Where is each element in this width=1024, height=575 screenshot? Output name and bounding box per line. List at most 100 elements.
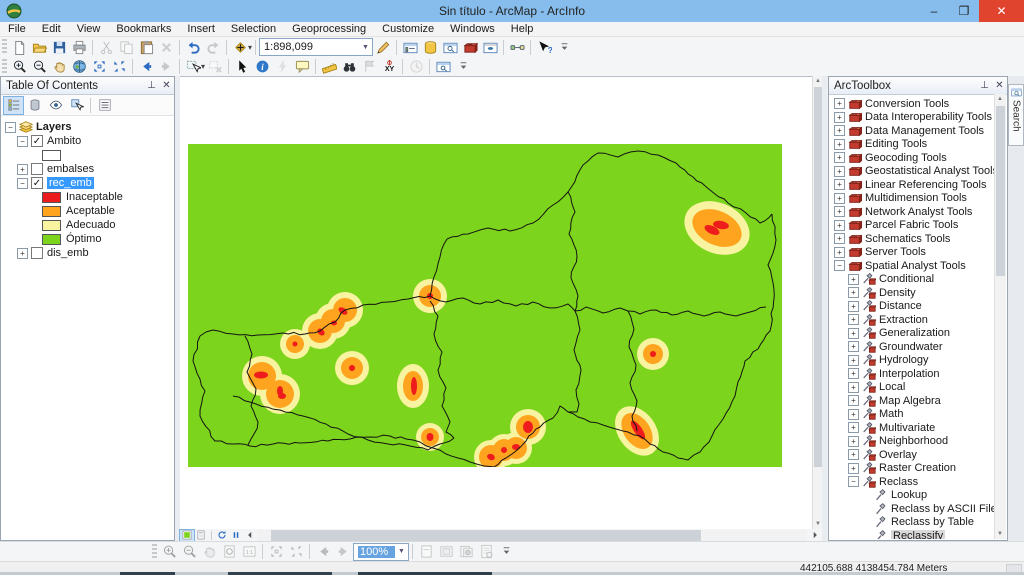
expand-icon[interactable]: + xyxy=(834,125,845,136)
viewer-window-button[interactable] xyxy=(433,58,453,76)
layer-label-Ambito[interactable]: Ambito xyxy=(47,135,81,147)
list-source-button[interactable] xyxy=(24,96,45,115)
data-view-button[interactable] xyxy=(180,530,194,541)
list-visibility-button[interactable] xyxy=(45,96,66,115)
arctoolbox-item-multivariate[interactable]: Multivariate xyxy=(879,422,935,434)
arctoolbox-item-linear-referencing-tools[interactable]: Linear Referencing Tools xyxy=(865,179,986,191)
toolbar-grip[interactable] xyxy=(2,39,7,55)
arctoolbox-item-interpolation[interactable]: Interpolation xyxy=(879,368,940,380)
collapse-icon[interactable]: − xyxy=(17,178,28,189)
expand-icon[interactable]: + xyxy=(17,164,28,175)
expand-icon[interactable]: + xyxy=(834,220,845,231)
overflow-button[interactable] xyxy=(554,38,574,56)
menu-view[interactable]: View xyxy=(69,22,109,36)
menu-customize[interactable]: Customize xyxy=(374,22,442,36)
arctoolbox-item-geocoding-tools[interactable]: Geocoding Tools xyxy=(865,152,947,164)
layer-checkbox[interactable]: ✓ xyxy=(31,135,43,147)
map-canvas[interactable] xyxy=(180,76,812,530)
map-vscroll-thumb[interactable] xyxy=(814,87,822,467)
arctoolbox-item-neighborhood[interactable]: Neighborhood xyxy=(879,435,948,447)
expand-icon[interactable]: + xyxy=(834,193,845,204)
list-drawing-order-button[interactable] xyxy=(3,96,24,115)
catalog-window-button[interactable] xyxy=(420,38,440,56)
layer-label-dis_emb[interactable]: dis_emb xyxy=(47,247,89,259)
arctoolbox-item-generalization[interactable]: Generalization xyxy=(879,327,950,339)
arctoolbox-item-map-algebra[interactable]: Map Algebra xyxy=(879,395,941,407)
arctoolbox-item-lookup[interactable]: Lookup xyxy=(891,489,927,501)
pause-drawing-button[interactable] xyxy=(229,530,243,541)
measure-button[interactable] xyxy=(319,58,339,76)
close-button[interactable]: ✕ xyxy=(979,0,1024,22)
modelbuilder-button[interactable] xyxy=(507,38,527,56)
search-dock-tab[interactable]: Search xyxy=(1008,84,1024,146)
menu-bookmarks[interactable]: Bookmarks xyxy=(108,22,179,36)
arctoolbox-item-geostatistical-analyst-tools[interactable]: Geostatistical Analyst Tools xyxy=(865,165,995,177)
overflow-button[interactable] xyxy=(453,58,473,76)
expand-icon[interactable]: + xyxy=(848,409,859,420)
restore-button[interactable]: ❐ xyxy=(949,0,979,22)
expand-icon[interactable]: + xyxy=(834,233,845,244)
back-extent-button[interactable] xyxy=(136,58,156,76)
map-toolbox-splitter[interactable] xyxy=(822,76,827,541)
expand-icon[interactable]: + xyxy=(848,301,859,312)
map-scale-combobox[interactable]: 1:898,099▼ xyxy=(259,38,373,56)
menu-geoprocessing[interactable]: Geoprocessing xyxy=(284,22,374,36)
expand-icon[interactable]: + xyxy=(834,139,845,150)
list-selection-button[interactable] xyxy=(66,96,87,115)
pin-icon[interactable]: ⊥ xyxy=(977,78,992,93)
minimize-button[interactable]: – xyxy=(919,0,949,22)
chevron-down-icon[interactable]: ▾ xyxy=(248,43,252,52)
arctoolbox-item-extraction[interactable]: Extraction xyxy=(879,314,928,326)
chevron-down-icon[interactable]: ▼ xyxy=(359,39,372,55)
menu-file[interactable]: File xyxy=(0,22,34,36)
menu-windows[interactable]: Windows xyxy=(442,22,503,36)
zoom-out-button[interactable] xyxy=(29,58,49,76)
find-button[interactable] xyxy=(339,58,359,76)
arctoolbox-item-reclass-by-table[interactable]: Reclass by Table xyxy=(891,516,974,528)
toc-window-button[interactable] xyxy=(400,38,420,56)
arctoolbox-item-overlay[interactable]: Overlay xyxy=(879,449,917,461)
arctoolbox-item-reclassify[interactable]: Reclassify xyxy=(891,530,945,539)
close-icon[interactable]: ✕ xyxy=(992,78,1007,93)
arctoolbox-scroll-thumb[interactable] xyxy=(996,106,1005,276)
legend-swatch[interactable] xyxy=(42,206,61,217)
expand-icon[interactable]: + xyxy=(834,247,845,258)
toc-options-button[interactable] xyxy=(94,96,115,115)
expand-icon[interactable]: + xyxy=(848,382,859,393)
scroll-down-icon[interactable]: ▼ xyxy=(995,529,1005,539)
collapse-icon[interactable]: − xyxy=(834,260,845,271)
expand-icon[interactable]: + xyxy=(848,274,859,285)
python-window-button[interactable] xyxy=(480,38,500,56)
map-hscroll-thumb[interactable] xyxy=(271,530,701,541)
paste-button[interactable] xyxy=(136,38,156,56)
scroll-right-button[interactable] xyxy=(808,530,822,541)
arctoolbox-item-math[interactable]: Math xyxy=(879,408,903,420)
arctoolbox-item-server-tools[interactable]: Server Tools xyxy=(865,246,926,258)
undo-button[interactable] xyxy=(183,38,203,56)
arctoolbox-item-editing-tools[interactable]: Editing Tools xyxy=(865,138,927,150)
pin-icon[interactable]: ⊥ xyxy=(144,78,159,93)
arctoolbox-item-data-interoperability-tools[interactable]: Data Interoperability Tools xyxy=(865,111,992,123)
toolbar-grip[interactable] xyxy=(2,59,7,75)
toolbar-grip[interactable] xyxy=(152,544,157,560)
scroll-left-button[interactable] xyxy=(243,530,257,541)
expand-icon[interactable]: + xyxy=(834,98,845,109)
menu-insert[interactable]: Insert xyxy=(179,22,223,36)
menu-selection[interactable]: Selection xyxy=(223,22,284,36)
layer-label-embalses[interactable]: embalses xyxy=(47,163,94,175)
arctoolbox-item-conversion-tools[interactable]: Conversion Tools xyxy=(865,98,949,110)
new-document-button[interactable] xyxy=(9,38,29,56)
legend-swatch[interactable] xyxy=(42,220,61,231)
expand-icon[interactable]: + xyxy=(848,368,859,379)
identify-button[interactable]: i xyxy=(252,58,272,76)
expand-icon[interactable]: + xyxy=(848,449,859,460)
search-window-button[interactable] xyxy=(440,38,460,56)
arctoolbox-item-parcel-fabric-tools[interactable]: Parcel Fabric Tools xyxy=(865,219,958,231)
open-folder-button[interactable] xyxy=(29,38,49,56)
expand-icon[interactable]: + xyxy=(848,436,859,447)
save-button[interactable] xyxy=(49,38,69,56)
collapse-icon[interactable]: − xyxy=(17,136,28,147)
arctoolbox-item-spatial-analyst-tools[interactable]: Spatial Analyst Tools xyxy=(865,260,966,272)
expand-icon[interactable]: + xyxy=(848,422,859,433)
expand-icon[interactable]: + xyxy=(848,395,859,406)
